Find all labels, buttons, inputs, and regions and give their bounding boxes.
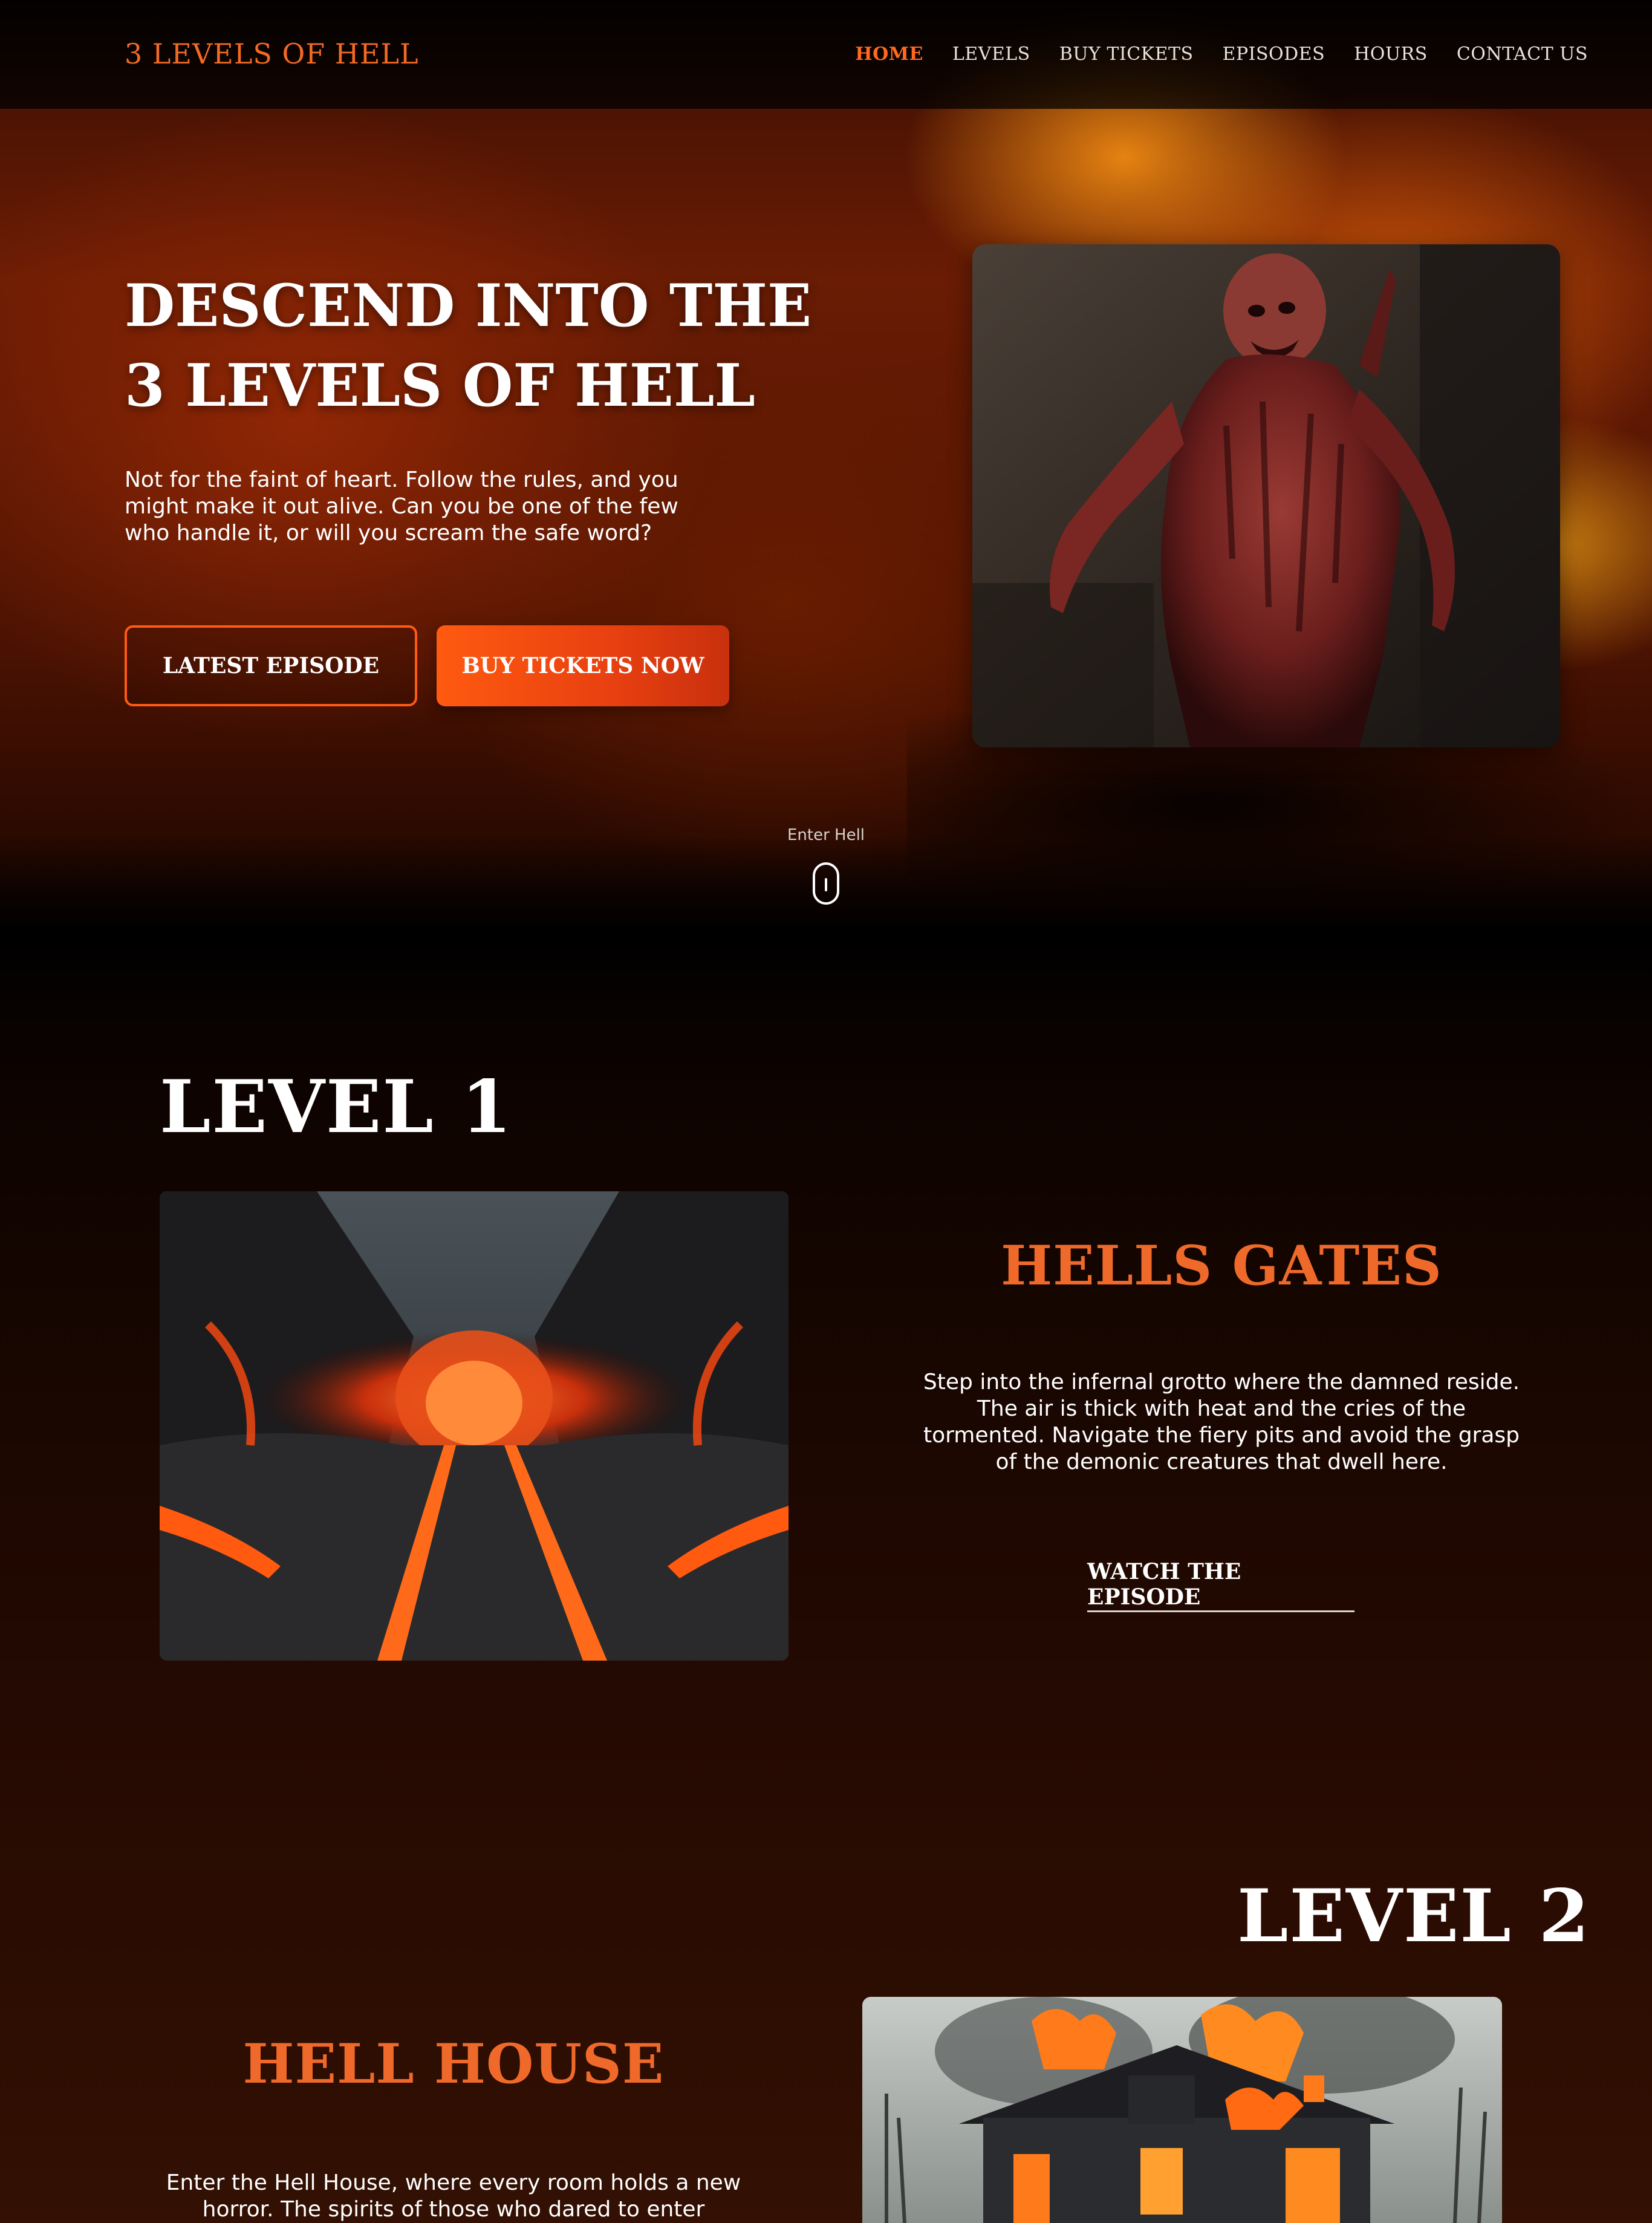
zombie-image [972, 244, 1560, 747]
scroll-mouse-icon[interactable] [813, 862, 839, 905]
hell-house-description: Enter the Hell House, where every room h… [166, 2170, 741, 2222]
hell-house-title: HELL HOUSE [242, 2032, 665, 2096]
latest-episode-button[interactable]: LATEST EPISODE [125, 625, 417, 706]
nav-episodes[interactable]: EPISODES [1223, 44, 1325, 65]
nav-home[interactable]: HOME [855, 44, 923, 65]
hells-gates-title: HELLS GATES [1001, 1234, 1442, 1298]
top-navbar: 3 LEVELS OF HELL HOME LEVELS BUY TICKETS… [0, 0, 1652, 109]
nav-contact-us[interactable]: CONTACT US [1457, 44, 1588, 65]
nav-buy-tickets[interactable]: BUY TICKETS [1059, 44, 1194, 65]
level1-heading: LEVEL 1 [160, 1064, 513, 1150]
watch-episode-button[interactable]: WATCH THE EPISODE [1087, 1558, 1354, 1612]
hero-subtitle: Not for the faint of heart. Follow the r… [125, 467, 678, 545]
hell-house-image [862, 1997, 1502, 2223]
hero-title: DESCEND INTO THE 3 LEVELS OF HELL [125, 266, 911, 426]
main-nav: HOME LEVELS BUY TICKETS EPISODES HOURS C… [855, 44, 1588, 65]
nav-levels[interactable]: LEVELS [952, 44, 1030, 65]
hero-title-line2: 3 LEVELS OF HELL [125, 351, 755, 420]
buy-tickets-button[interactable]: BUY TICKETS NOW [437, 625, 729, 706]
hero-title-line1: DESCEND INTO THE [125, 272, 812, 340]
site-logo[interactable]: 3 LEVELS OF HELL [125, 37, 419, 70]
level2-heading: LEVEL 2 [1237, 1873, 1591, 1959]
hells-gates-image [160, 1191, 789, 1661]
nav-hours[interactable]: HOURS [1354, 44, 1428, 65]
hells-gates-description: Step into the infernal grotto where the … [923, 1370, 1520, 1474]
scroll-label: Enter Hell [787, 826, 865, 844]
